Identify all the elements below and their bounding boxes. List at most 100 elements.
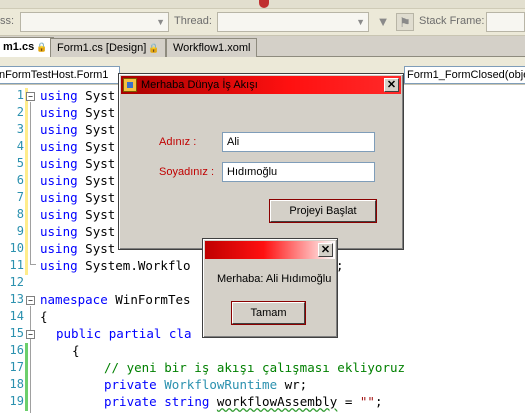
code-text: Syst	[85, 241, 116, 256]
variable-name: workflowAssembly	[216, 394, 338, 409]
keyword: using	[40, 190, 78, 205]
line-number: 6	[16, 173, 24, 187]
code-text: Syst	[85, 173, 116, 188]
close-button[interactable]: ✕	[318, 243, 333, 257]
line-number: 10	[9, 241, 24, 255]
code-line: namespace WinFormTes	[40, 292, 191, 307]
code-line: using Syst	[40, 88, 115, 103]
tab-form1-design[interactable]: Form1.cs [Design] 🔒	[50, 38, 167, 57]
name-label: Adınız :	[159, 136, 197, 148]
line-number: 1	[16, 88, 24, 102]
collapse-region-icon[interactable]: −	[26, 92, 35, 101]
code-line: using Syst	[40, 241, 115, 256]
line-number: 17	[9, 360, 24, 374]
tab-label: Workflow1.xoml	[173, 42, 251, 54]
code-line: using Syst	[40, 207, 115, 222]
comment: // yeni bir iş akışı çalışması ekliyoruz	[104, 360, 406, 375]
code-line: // yeni bir iş akışı çalışması ekliyoruz	[104, 360, 405, 375]
keyword: using	[40, 258, 78, 273]
name-field[interactable]: Ali	[222, 132, 375, 152]
code-line: public partial cla	[56, 326, 191, 341]
thread-label: Thread:	[174, 15, 212, 27]
close-button[interactable]: ✕	[384, 78, 399, 92]
type-selector-value: nFormTestHost.Form1	[0, 69, 109, 81]
process-label: ss:	[0, 15, 15, 27]
saved-change-indicator	[25, 343, 28, 411]
type-name: WorkflowRuntime	[164, 377, 278, 392]
code-text: ;	[374, 394, 383, 409]
member-selector[interactable]: Form1_FormClosed(obje	[404, 66, 525, 84]
dialog-title-bar[interactable]: ✕	[205, 241, 335, 259]
keyword: using	[40, 88, 78, 103]
code-line: using System.Workflo	[40, 258, 191, 273]
line-number: 12	[9, 275, 24, 289]
line-number: 15	[9, 326, 24, 340]
dialog-title-bar[interactable]: Merhaba Dünya İş Akışı ✕	[121, 76, 401, 94]
surname-label: Soyadınız :	[159, 166, 215, 178]
dialog-title: Merhaba Dünya İş Akışı	[141, 79, 258, 91]
keyword: private	[104, 377, 157, 392]
keyword: using	[40, 207, 78, 222]
line-number: 9	[16, 224, 24, 238]
stack-frame-combo[interactable]	[486, 12, 525, 32]
member-selector-value: Form1_FormClosed(obje	[407, 69, 525, 81]
code-line: using Syst	[40, 122, 115, 137]
line-number: 3	[16, 122, 24, 136]
line-number: 8	[16, 207, 24, 221]
code-line: using Syst	[40, 173, 115, 188]
code-text: =	[337, 394, 360, 409]
code-line: using Syst	[40, 156, 115, 171]
code-text: WinFormTes	[115, 292, 191, 307]
keyword: public	[56, 326, 102, 341]
keyword: using	[40, 139, 78, 154]
type-selector[interactable]: nFormTestHost.Form1	[0, 66, 120, 84]
app-icon	[123, 78, 137, 92]
line-number: 4	[16, 139, 24, 153]
greeting-message-box: ✕ Merhaba: Ali Hıdımoğlu Tamam	[202, 238, 338, 338]
code-text: Syst	[85, 122, 116, 137]
line-number: 19	[9, 394, 24, 408]
line-number: 7	[16, 190, 24, 204]
code-text: wr;	[277, 377, 308, 392]
filter-icon[interactable]: ▼	[374, 13, 392, 31]
code-text: Syst	[85, 88, 116, 103]
ok-button[interactable]: Tamam	[232, 302, 305, 324]
name-field-value: Ali	[227, 136, 240, 148]
code-text: {	[40, 309, 48, 324]
fold-guide	[30, 102, 31, 264]
string-literal: ""	[359, 394, 375, 409]
line-number: 14	[9, 309, 24, 323]
code-line: {	[72, 343, 80, 358]
line-number-gutter: 1 2 3 4 5 6 7 8 9 10 11 12 13 14 15 16 1…	[0, 86, 24, 413]
code-line: using Syst	[40, 190, 115, 205]
keyword: cla	[168, 326, 192, 341]
code-text: Syst	[85, 156, 116, 171]
code-line: using Syst	[40, 224, 115, 239]
line-number: 16	[9, 343, 24, 357]
keyword: using	[40, 105, 78, 120]
thread-combo[interactable]: ▼	[217, 12, 369, 32]
tab-workflow1-xoml[interactable]: Workflow1.xoml	[166, 38, 258, 57]
code-text: {	[72, 343, 80, 358]
collapse-region-icon[interactable]: −	[26, 330, 35, 339]
code-line: private WorkflowRuntime wr;	[104, 377, 307, 392]
keyword: private	[104, 394, 157, 409]
code-text: Syst	[85, 207, 116, 222]
stack-frame-label: Stack Frame:	[419, 15, 485, 27]
code-text: Syst	[85, 190, 116, 205]
keyword: partial	[108, 326, 162, 341]
keyword: using	[40, 173, 78, 188]
keyword: namespace	[40, 292, 108, 307]
surname-field[interactable]: Hıdımoğlu	[222, 162, 375, 182]
keyword: using	[40, 122, 78, 137]
start-project-button[interactable]: Projeyi Başlat	[270, 200, 376, 222]
tab-form1-cs[interactable]: m1.cs 🔒	[0, 37, 55, 58]
line-number: 2	[16, 105, 24, 119]
process-combo[interactable]: ▼	[20, 12, 169, 32]
keyword: using	[40, 224, 78, 239]
flag-filter-icon[interactable]: ⚑	[396, 13, 414, 31]
tab-label: m1.cs	[3, 41, 35, 53]
collapse-region-icon[interactable]: −	[26, 296, 35, 305]
code-text: Syst	[85, 139, 116, 154]
lock-icon: 🔒	[148, 43, 160, 53]
